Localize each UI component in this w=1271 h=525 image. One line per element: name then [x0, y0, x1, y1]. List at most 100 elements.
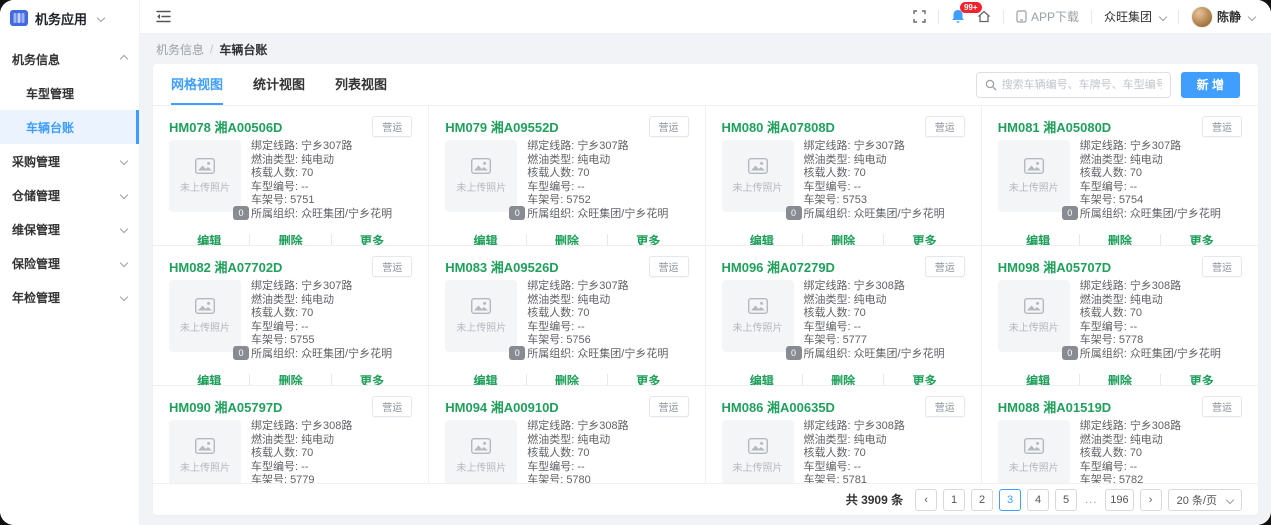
photo-placeholder[interactable]: 未上传照片 0: [169, 140, 241, 212]
app-download-button[interactable]: APP下载: [1016, 8, 1079, 25]
edit-button[interactable]: 编辑: [998, 232, 1079, 247]
home-icon[interactable]: [977, 10, 991, 23]
vehicle-title[interactable]: HM082 湘A07702D: [169, 257, 282, 276]
photo-placeholder[interactable]: 未上传照片 0: [998, 420, 1070, 483]
delete-button[interactable]: 删除: [527, 232, 607, 247]
page-button-4[interactable]: 4: [1027, 489, 1049, 511]
search-input[interactable]: [1002, 79, 1162, 91]
sidebar-item-insurance[interactable]: 保险管理: [0, 246, 139, 280]
edit-button[interactable]: 编辑: [169, 232, 249, 247]
page-button-last[interactable]: 196: [1105, 489, 1133, 511]
sidebar-item-warehouse[interactable]: 仓储管理: [0, 178, 139, 212]
tab-stats-view[interactable]: 统计视图: [253, 64, 305, 105]
delete-button[interactable]: 删除: [803, 372, 883, 387]
more-button[interactable]: 更多: [332, 372, 412, 387]
vehicle-title[interactable]: HM094 湘A00910D: [445, 397, 558, 416]
vehicle-title[interactable]: HM079 湘A09552D: [445, 117, 558, 136]
user-menu[interactable]: 陈静: [1191, 6, 1255, 28]
delete-button[interactable]: 删除: [250, 372, 330, 387]
vehicle-title[interactable]: HM096 湘A07279D: [722, 257, 835, 276]
model-code-label: 车型编号:: [1080, 461, 1127, 473]
add-button[interactable]: 新 增: [1181, 72, 1240, 98]
more-button[interactable]: 更多: [1161, 232, 1242, 247]
photo-placeholder[interactable]: 未上传照片 0: [998, 280, 1070, 352]
notification-bell-icon[interactable]: 99+: [951, 9, 965, 24]
status-badge[interactable]: 营运: [925, 116, 965, 137]
photo-placeholder[interactable]: 未上传照片 0: [722, 280, 794, 352]
delete-button[interactable]: 删除: [250, 232, 330, 247]
main-column: 99+ APP下载 众旺集团 陈静: [140, 0, 1271, 525]
delete-button[interactable]: 删除: [1080, 232, 1161, 247]
vehicle-title[interactable]: HM088 湘A01519D: [998, 397, 1111, 416]
status-badge[interactable]: 营运: [649, 116, 689, 137]
collapse-sidebar-icon[interactable]: [156, 10, 171, 23]
sidebar-item-vehicle-model[interactable]: 车型管理: [0, 76, 139, 110]
photo-placeholder[interactable]: 未上传照片 0: [445, 140, 517, 212]
status-badge[interactable]: 营运: [372, 256, 412, 277]
sidebar-item-purchase[interactable]: 采购管理: [0, 144, 139, 178]
status-badge[interactable]: 营运: [1202, 116, 1242, 137]
prev-page-button[interactable]: ‹: [915, 489, 937, 511]
status-badge[interactable]: 营运: [1202, 396, 1242, 417]
photo-placeholder[interactable]: 未上传照片 0: [169, 420, 241, 483]
vehicle-title[interactable]: HM080 湘A07808D: [722, 117, 835, 136]
sidebar-item-maintenance[interactable]: 维保管理: [0, 212, 139, 246]
app-logo-row[interactable]: 机务应用: [0, 0, 139, 36]
picture-icon: [1024, 298, 1044, 314]
more-button[interactable]: 更多: [332, 232, 412, 247]
photo-placeholder[interactable]: 未上传照片 0: [445, 420, 517, 483]
photo-placeholder[interactable]: 未上传照片 0: [445, 280, 517, 352]
edit-button[interactable]: 编辑: [169, 372, 249, 387]
status-badge[interactable]: 营运: [372, 396, 412, 417]
photo-placeholder[interactable]: 未上传照片 0: [722, 140, 794, 212]
delete-button[interactable]: 删除: [527, 372, 607, 387]
page-button-1[interactable]: 1: [943, 489, 965, 511]
photo-placeholder[interactable]: 未上传照片 0: [722, 420, 794, 483]
photo-count-badge: 0: [1062, 346, 1078, 360]
photo-placeholder[interactable]: 未上传照片 0: [169, 280, 241, 352]
tab-grid-view[interactable]: 网格视图: [171, 64, 223, 105]
vehicle-title[interactable]: HM098 湘A05707D: [998, 257, 1111, 276]
vehicle-title[interactable]: HM078 湘A00506D: [169, 117, 282, 136]
edit-button[interactable]: 编辑: [722, 372, 802, 387]
org-selector[interactable]: 众旺集团: [1104, 8, 1166, 25]
more-button[interactable]: 更多: [884, 232, 964, 247]
delete-button[interactable]: 删除: [803, 232, 883, 247]
page-button-3-active[interactable]: 3: [999, 489, 1021, 511]
vehicle-title[interactable]: HM086 湘A00635D: [722, 397, 835, 416]
fullscreen-icon[interactable]: [913, 10, 926, 23]
edit-button[interactable]: 编辑: [445, 372, 525, 387]
edit-button[interactable]: 编辑: [445, 232, 525, 247]
status-badge[interactable]: 营运: [649, 256, 689, 277]
delete-button[interactable]: 删除: [1080, 372, 1161, 387]
route-value: 宁乡307路: [577, 140, 628, 152]
status-badge[interactable]: 营运: [925, 256, 965, 277]
vehicle-title[interactable]: HM083 湘A09526D: [445, 257, 558, 276]
capacity-value: 70: [854, 447, 866, 459]
more-button[interactable]: 更多: [608, 372, 688, 387]
page-button-5[interactable]: 5: [1055, 489, 1077, 511]
status-badge[interactable]: 营运: [1202, 256, 1242, 277]
vehicle-card: HM083 湘A09526D 营运 未上传照片 0 绑定线路:宁乡307路 燃油…: [429, 246, 705, 386]
more-button[interactable]: 更多: [884, 372, 964, 387]
page-ellipsis[interactable]: ...: [1083, 494, 1099, 506]
sidebar-item-annual-inspection[interactable]: 年检管理: [0, 280, 139, 314]
photo-placeholder[interactable]: 未上传照片 0: [998, 140, 1070, 212]
sidebar-item-jiwu-info[interactable]: 机务信息: [0, 42, 139, 76]
sidebar-item-vehicle-ledger[interactable]: 车辆台账: [0, 110, 139, 144]
tab-list-view[interactable]: 列表视图: [335, 64, 387, 105]
more-button[interactable]: 更多: [608, 232, 688, 247]
status-badge[interactable]: 营运: [649, 396, 689, 417]
vehicle-title[interactable]: HM090 湘A05797D: [169, 397, 282, 416]
vehicle-title[interactable]: HM081 湘A05080D: [998, 117, 1111, 136]
page-size-select[interactable]: 20 条/页: [1168, 489, 1242, 511]
page-button-2[interactable]: 2: [971, 489, 993, 511]
status-badge[interactable]: 营运: [925, 396, 965, 417]
status-badge[interactable]: 营运: [372, 116, 412, 137]
more-button[interactable]: 更多: [1161, 372, 1242, 387]
breadcrumb-parent[interactable]: 机务信息: [156, 41, 204, 58]
edit-button[interactable]: 编辑: [998, 372, 1079, 387]
edit-button[interactable]: 编辑: [722, 232, 802, 247]
vehicle-card: HM094 湘A00910D 营运 未上传照片 0 绑定线路:宁乡308路 燃油…: [429, 386, 705, 483]
next-page-button[interactable]: ›: [1140, 489, 1162, 511]
